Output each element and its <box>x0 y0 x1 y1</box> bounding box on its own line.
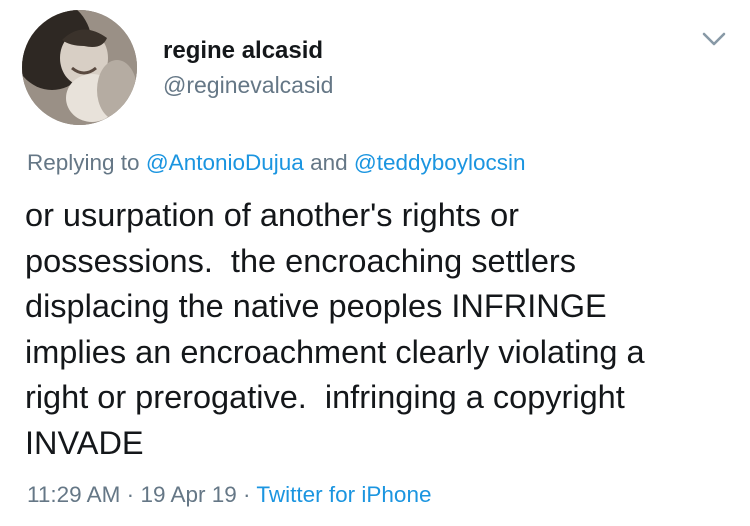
chevron-down-icon[interactable] <box>700 28 728 50</box>
tweet-line: or usurpation of another's rights or <box>25 197 519 233</box>
tweet-line: implies an encroachment clearly violatin… <box>25 333 645 370</box>
mention-link-1[interactable]: @AntonioDujua <box>146 150 304 175</box>
tweet-date[interactable]: 19 Apr 19 <box>140 482 236 507</box>
tweet-time[interactable]: 11:29 AM <box>27 482 120 507</box>
author-handle[interactable]: @reginevalcasid <box>163 72 333 99</box>
replying-conjunction: and <box>310 150 348 175</box>
avatar-photo <box>22 10 137 125</box>
tweet-line: INVADE <box>25 424 144 461</box>
tweet-source-link[interactable]: Twitter for iPhone <box>256 482 431 507</box>
tweet-line: displacing the native peoples INFRINGE <box>25 288 607 325</box>
tweet-line: possessions. the encroaching settlers <box>25 242 576 279</box>
replying-prefix: Replying to <box>27 150 140 175</box>
replying-to-line: Replying to @AntonioDujua and @teddyboyl… <box>27 150 526 176</box>
tweet-text: or usurpation of another's rights or pos… <box>25 193 740 467</box>
author-name[interactable]: regine alcasid <box>163 37 323 65</box>
avatar[interactable] <box>22 10 137 125</box>
tweet-meta: 11:29 AM · 19 Apr 19 · Twitter for iPhon… <box>27 482 431 508</box>
meta-separator: · <box>126 482 135 507</box>
mention-link-2[interactable]: @teddyboylocsin <box>354 150 526 175</box>
tweet-line: right or prerogative. infringing a copyr… <box>25 379 625 416</box>
meta-separator: · <box>243 482 251 507</box>
